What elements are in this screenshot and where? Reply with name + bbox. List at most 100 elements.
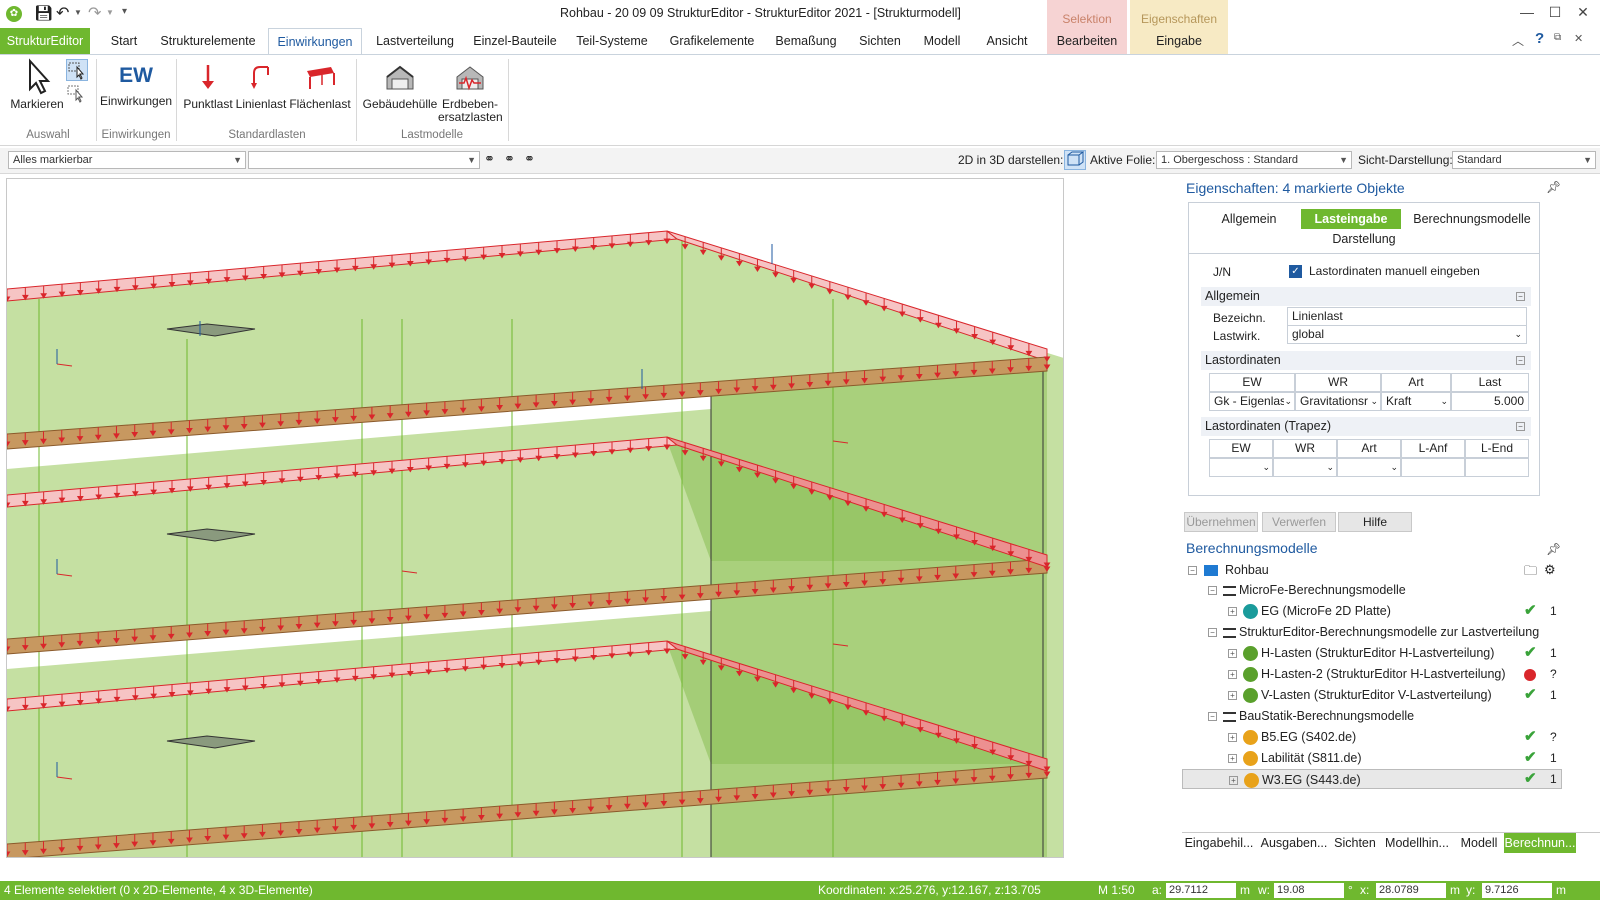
a-input[interactable]: 29.7112: [1166, 883, 1236, 898]
punktlast-button[interactable]: Punktlast: [182, 61, 234, 111]
tab-ansicht[interactable]: Ansicht: [982, 28, 1032, 54]
tab-strukturelemente[interactable]: Strukturelemente: [158, 28, 258, 54]
tab-einzel-bauteile[interactable]: Einzel-Bauteile: [470, 28, 560, 54]
second-combo[interactable]: ▼: [248, 151, 480, 169]
lo-ew-select[interactable]: Gk - Eigenlas ⌄: [1209, 392, 1295, 411]
lo-wr-select[interactable]: Gravitationsr ⌄: [1295, 392, 1381, 411]
collapse-icon[interactable]: −: [1208, 628, 1217, 638]
app-logo-icon[interactable]: ✿: [6, 6, 22, 22]
2d-in-3d-toggle-icon[interactable]: [1064, 150, 1086, 170]
tree-item[interactable]: + EG (MicroFe 2D Platte): [1228, 601, 1391, 621]
collapse-icon[interactable]: −: [1516, 356, 1525, 365]
restore-child-icon[interactable]: ⧉: [1554, 32, 1561, 43]
linienlast-button[interactable]: Linienlast: [234, 61, 288, 111]
select-window-icon[interactable]: [66, 83, 88, 103]
gebaeudehuelle-button[interactable]: Gebäudehülle: [362, 61, 438, 111]
tab-eingabehilfen[interactable]: Eingabehil...: [1182, 833, 1256, 853]
expand-icon[interactable]: +: [1228, 754, 1237, 764]
tab-modell[interactable]: Modell: [918, 28, 966, 54]
w-input[interactable]: 19.08: [1274, 883, 1344, 898]
minimize-icon[interactable]: —: [1516, 4, 1538, 24]
tr-l-end-input[interactable]: [1465, 458, 1529, 477]
tree-item[interactable]: − MicroFe-Berechnungsmodelle: [1208, 580, 1406, 600]
tree-item[interactable]: + H-Lasten (StrukturEditor H-Lastverteilu…: [1228, 643, 1494, 663]
expand-icon[interactable]: +: [1228, 607, 1237, 617]
lo-art-select[interactable]: Kraft ⌄: [1381, 392, 1451, 411]
model-settings-icon[interactable]: ⚙︎: [1544, 562, 1556, 578]
x-input[interactable]: 28.0789: [1376, 883, 1446, 898]
markieren-button[interactable]: Markieren: [8, 57, 66, 111]
collapse-icon[interactable]: −: [1208, 712, 1217, 722]
tab-lastverteilung[interactable]: Lastverteilung: [372, 28, 458, 54]
maximize-icon[interactable]: ☐: [1544, 4, 1566, 24]
tree-item[interactable]: + H-Lasten-2 (StrukturEditor H-Lastvertei…: [1228, 664, 1506, 684]
erdbebenersatzlasten-button[interactable]: Erdbeben- ersatzlasten: [438, 61, 503, 124]
tree-item[interactable]: − BauStatik-Berechnungsmodelle: [1208, 706, 1414, 726]
save-icon[interactable]: 💾︎: [34, 4, 53, 22]
section-allgemein[interactable]: Allgemein −: [1201, 287, 1531, 306]
undo-dropdown-icon[interactable]: ▼: [74, 8, 82, 17]
tr-l-anf-input[interactable]: [1401, 458, 1465, 477]
close-icon[interactable]: ✕: [1572, 4, 1594, 24]
collapse-icon[interactable]: −: [1516, 422, 1525, 431]
tree-item[interactable]: + B5.EG (S402.de): [1228, 727, 1356, 747]
binoculars-down-icon[interactable]: ⚭: [504, 151, 515, 167]
expand-icon[interactable]: +: [1229, 776, 1238, 786]
tab-bemassung[interactable]: Bemaßung: [772, 28, 840, 54]
tab-sichten[interactable]: Sichten: [856, 28, 904, 54]
tab-modellhinweise[interactable]: Modellhin...: [1380, 833, 1454, 853]
collapse-icon[interactable]: −: [1188, 566, 1197, 576]
tree-item[interactable]: + V-Lasten (StrukturEditor V-Lastverteilu…: [1228, 685, 1492, 705]
flaechenlast-button[interactable]: Flächenlast: [288, 61, 352, 111]
tab-start[interactable]: Start: [104, 28, 144, 54]
redo-icon[interactable]: ↷: [88, 3, 101, 23]
tree-item[interactable]: − StrukturEditor-Berechnungsmodelle zur L…: [1208, 622, 1539, 642]
tab-teil-systeme[interactable]: Teil-Systeme: [572, 28, 652, 54]
tr-wr-select[interactable]: ⌄: [1273, 458, 1337, 477]
status-scale[interactable]: M 1:50: [1098, 881, 1135, 900]
binoculars-up-icon[interactable]: ⚭: [524, 151, 535, 167]
customize-qat-icon[interactable]: ▾: [122, 6, 127, 17]
filter-combo[interactable]: Alles markierbar ▼: [8, 151, 246, 169]
y-input[interactable]: 9.7126: [1482, 883, 1552, 898]
subtab-lasteingabe[interactable]: Lasteingabe: [1301, 209, 1401, 229]
expand-icon[interactable]: +: [1228, 670, 1237, 680]
pin-icon[interactable]: 📌︎: [1546, 180, 1561, 194]
tab-einwirkungen[interactable]: Einwirkungen: [268, 28, 362, 54]
tree-item[interactable]: + W3.EG (S443.de): [1182, 769, 1562, 789]
help-icon[interactable]: ?: [1535, 30, 1544, 47]
subtab-berechnungsmodelle[interactable]: Berechnungsmodelle: [1407, 209, 1537, 229]
collapse-icon[interactable]: −: [1516, 292, 1525, 301]
manual-ordinates-checkbox[interactable]: ✓: [1289, 265, 1302, 278]
section-trapez[interactable]: Lastordinaten (Trapez) −: [1201, 417, 1531, 436]
section-lastordinaten[interactable]: Lastordinaten −: [1201, 351, 1531, 370]
expand-icon[interactable]: +: [1228, 691, 1237, 701]
binoculars-icon[interactable]: ⚭: [484, 151, 495, 167]
tr-ew-select[interactable]: ⌄: [1209, 458, 1273, 477]
redo-dropdown-icon[interactable]: ▼: [106, 8, 114, 17]
folder-settings-icon[interactable]: 🗀︎: [1524, 562, 1537, 584]
select-area-icon[interactable]: [66, 59, 88, 81]
uebernehmen-button[interactable]: Übernehmen: [1184, 512, 1258, 532]
pin-icon[interactable]: 📌︎: [1546, 542, 1561, 556]
tab-modell-panel[interactable]: Modell: [1456, 833, 1502, 853]
tab-grafikelemente[interactable]: Grafikelemente: [666, 28, 758, 54]
hilfe-button[interactable]: Hilfe: [1338, 512, 1412, 532]
sicht-darstellung-combo[interactable]: Standard ▼: [1452, 151, 1596, 169]
tree-item[interactable]: + Labilität (S811.de): [1228, 748, 1362, 768]
undo-icon[interactable]: ↶: [56, 3, 69, 23]
3d-viewport[interactable]: [6, 178, 1064, 858]
expand-icon[interactable]: +: [1228, 649, 1237, 659]
expand-icon[interactable]: +: [1228, 733, 1237, 743]
einwirkungen-button[interactable]: EW Einwirkungen: [100, 61, 172, 108]
subtab-allgemein[interactable]: Allgemein: [1209, 209, 1289, 229]
tab-berechnungsmodelle[interactable]: Berechnun...: [1504, 833, 1576, 853]
collapse-icon[interactable]: −: [1208, 586, 1217, 596]
tree-root[interactable]: − Rohbau: [1188, 560, 1269, 580]
aktive-folie-combo[interactable]: 1. Obergeschoss : Standard ▼: [1156, 151, 1352, 169]
tab-sichten-panel[interactable]: Sichten: [1332, 833, 1378, 853]
subtab-darstellung[interactable]: Darstellung: [1319, 229, 1409, 249]
tab-ausgaben[interactable]: Ausgaben...: [1258, 833, 1330, 853]
collapse-ribbon-icon[interactable]: ︿: [1512, 32, 1524, 49]
close-child-icon[interactable]: ✕: [1574, 32, 1583, 45]
